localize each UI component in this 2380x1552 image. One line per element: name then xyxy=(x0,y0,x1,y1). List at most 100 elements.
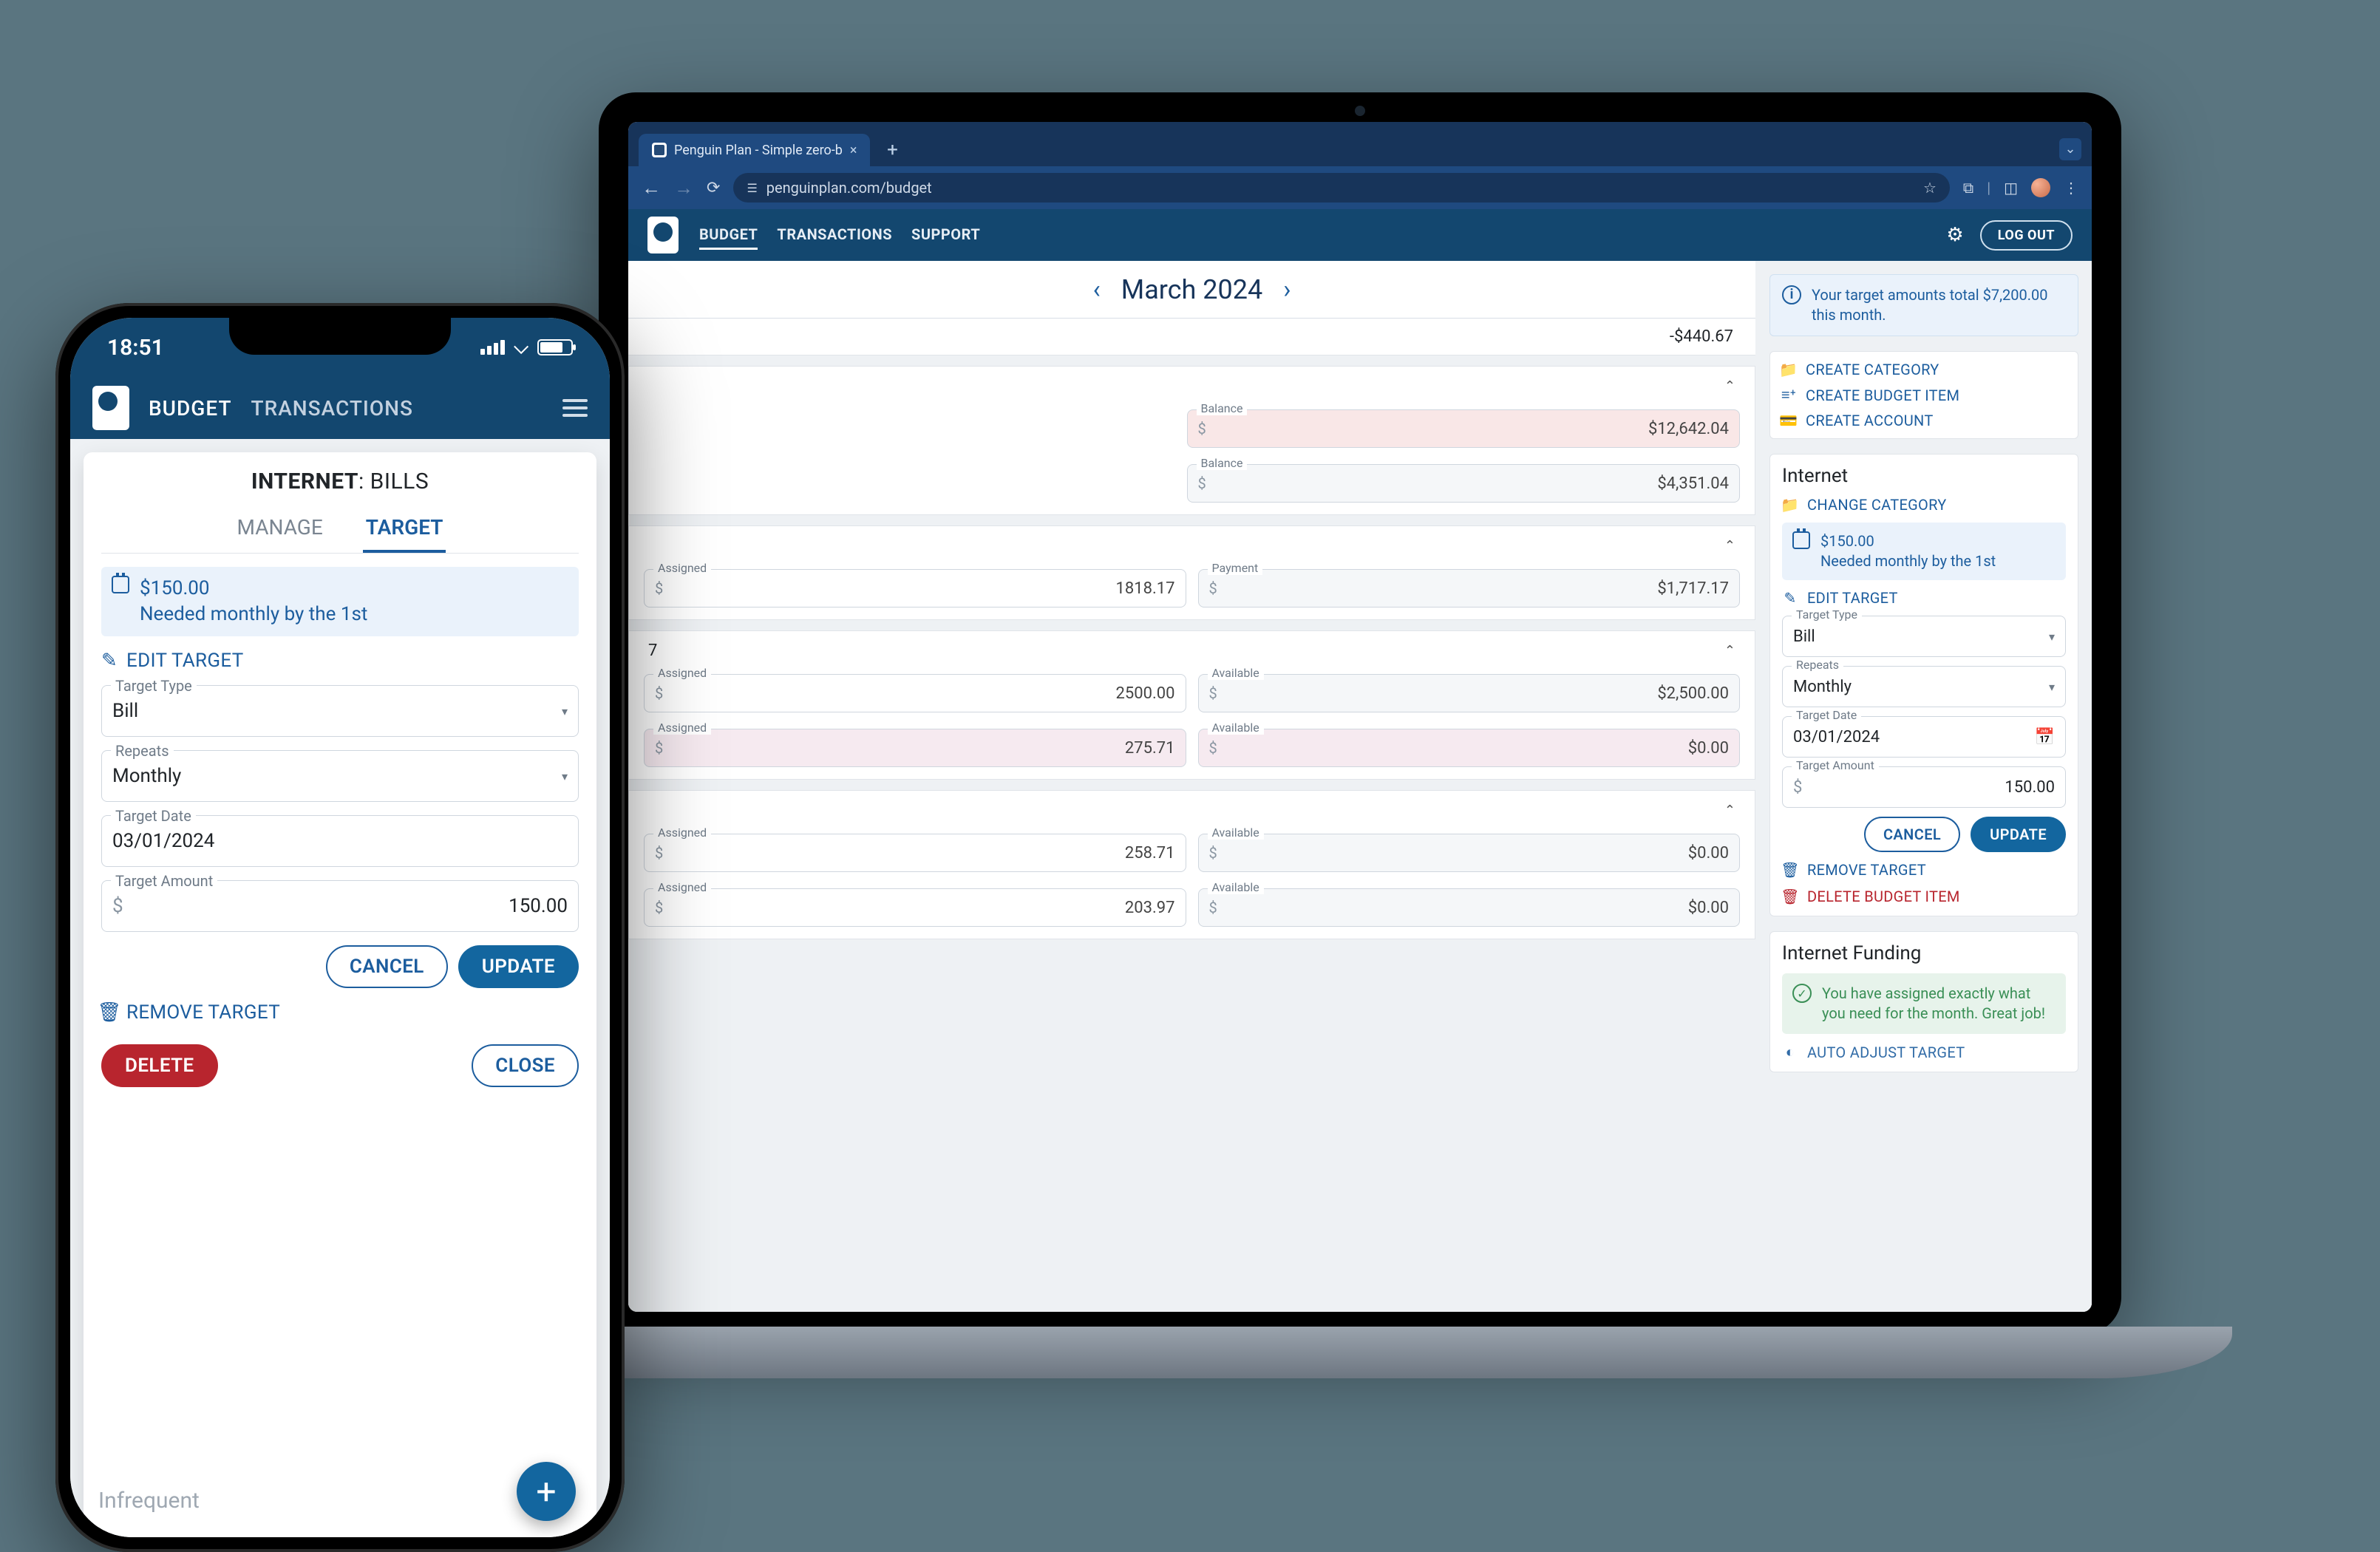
target-amount-input[interactable]: Target Amount $ 150.00 xyxy=(1782,766,2066,808)
assigned-field[interactable]: Assigned $ 203.97 xyxy=(644,888,1186,927)
tab-dropdown-button[interactable]: ⌄ xyxy=(2059,138,2081,160)
url-text: penguinplan.com/budget xyxy=(766,179,932,197)
calendar-icon[interactable]: 📅 xyxy=(2035,728,2055,746)
delete-item-link[interactable]: 🗑 DELETE BUDGET ITEM xyxy=(1782,888,2066,905)
balance-field: Balance $ $4,351.04 xyxy=(1187,464,1741,503)
phone-notch xyxy=(229,318,451,355)
update-button[interactable]: UPDATE xyxy=(458,945,579,988)
site-info-icon[interactable]: ☰ xyxy=(747,181,757,195)
assigned-field[interactable]: Assigned $ 258.71 xyxy=(644,834,1186,872)
clock: 18:51 xyxy=(107,335,164,361)
background-category-label: Infrequent xyxy=(98,1488,200,1514)
chevron-up-icon[interactable]: ⌃ xyxy=(1724,538,1735,554)
auto-icon: ◐ xyxy=(1782,1043,1798,1061)
target-date-input[interactable]: Target Date 03/01/2024 xyxy=(101,815,579,867)
profile-avatar[interactable] xyxy=(2031,178,2050,197)
favicon-icon xyxy=(652,143,667,157)
nav-budget[interactable]: BUDGET xyxy=(699,221,758,250)
close-button[interactable]: CLOSE xyxy=(472,1044,579,1087)
list-item[interactable]: Assigned $ 275.71 Available $ $0.00 xyxy=(629,724,1755,779)
currency-prefix: $ xyxy=(1198,420,1206,438)
new-tab-button[interactable]: + xyxy=(882,140,902,160)
tab-title: Penguin Plan - Simple zero-b xyxy=(674,143,843,158)
remove-target-link[interactable]: 🗑 REMOVE TARGET xyxy=(1782,861,2066,879)
category-block: ⌃ Balance $ $12,642.04 Balance $ xyxy=(628,366,1755,515)
prev-month-button[interactable]: ‹ xyxy=(1093,275,1101,304)
gear-icon[interactable]: ⚙ xyxy=(1946,224,1963,246)
target-summary: $150.00 Needed monthly by the 1st xyxy=(101,567,579,636)
target-type-select[interactable]: Target Type Bill ▾ xyxy=(1782,616,2066,657)
edit-target-link[interactable]: ✎ EDIT TARGET xyxy=(1782,589,2066,607)
balance-value: $12,642.04 xyxy=(1648,420,1729,438)
cancel-button[interactable]: CANCEL xyxy=(326,945,448,988)
close-icon[interactable]: × xyxy=(850,143,857,158)
delete-button[interactable]: DELETE xyxy=(101,1044,218,1087)
assigned-field[interactable]: Assigned $ 2500.00 xyxy=(644,674,1186,712)
pencil-icon: ✎ xyxy=(1782,589,1798,607)
app-header: BUDGET TRANSACTIONS SUPPORT ⚙ LOG OUT xyxy=(628,209,2092,261)
side-panel: i Your target amounts total $7,200.00 th… xyxy=(1756,261,2092,1312)
trash-icon: 🗑 xyxy=(101,1001,118,1024)
month-navigator: ‹ March 2024 › xyxy=(628,261,1755,319)
funding-status: ✓ You have assigned exactly what you nee… xyxy=(1782,973,2066,1034)
item-title: Internet xyxy=(1782,465,2066,487)
funding-title: Internet Funding xyxy=(1782,942,2066,964)
month-label: March 2024 xyxy=(1121,274,1262,305)
calendar-icon xyxy=(112,576,129,593)
browser-tab[interactable]: Penguin Plan - Simple zero-b × xyxy=(639,134,870,166)
chevron-up-icon[interactable]: ⌃ xyxy=(1724,803,1735,818)
forward-button[interactable]: → xyxy=(674,177,693,200)
trash-icon: 🗑 xyxy=(1782,861,1798,879)
repeats-select[interactable]: Repeats Monthly ▾ xyxy=(1782,666,2066,707)
assigned-field[interactable]: Assigned $ 1818.17 xyxy=(644,569,1186,607)
chevron-up-icon[interactable]: ⌃ xyxy=(1724,378,1735,394)
tab-target[interactable]: TARGET xyxy=(363,508,446,553)
next-month-button[interactable]: › xyxy=(1283,275,1291,304)
back-button[interactable]: ← xyxy=(642,177,661,200)
nav-transactions[interactable]: TRANSACTIONS xyxy=(777,221,892,250)
change-category-link[interactable]: 📁 CHANGE CATEGORY xyxy=(1782,496,2066,514)
add-fab-button[interactable]: + xyxy=(517,1462,576,1521)
panel-icon[interactable]: ◫ xyxy=(2004,179,2018,197)
trash-icon: 🗑 xyxy=(1782,888,1798,905)
available-field: Available $ $0.00 xyxy=(1198,834,1741,872)
star-icon[interactable]: ☆ xyxy=(1923,179,1937,197)
logout-button[interactable]: LOG OUT xyxy=(1980,220,2073,251)
url-input[interactable]: ☰ penguinplan.com/budget ☆ xyxy=(733,173,1949,202)
remove-target-link[interactable]: 🗑 REMOVE TARGET xyxy=(101,1001,579,1024)
create-account-link[interactable]: 💳 CREATE ACCOUNT xyxy=(1781,412,2067,429)
target-date-input[interactable]: Target Date 03/01/2024 📅 xyxy=(1782,716,2066,758)
calendar-icon xyxy=(1792,531,1810,549)
available-field: Available $ $0.00 xyxy=(1198,729,1741,767)
category-block: ⌃ Assigned $ 258.71 Available $ $0.00 xyxy=(628,790,1755,939)
menu-icon[interactable] xyxy=(562,399,588,417)
kebab-icon[interactable]: ⋮ xyxy=(2064,179,2078,197)
signal-icon xyxy=(480,340,505,355)
phone-screen: 18:51 ⌵ BUDGET TRANSACTIONS INTERNET: BI… xyxy=(70,318,610,1537)
create-item-link[interactable]: ≡⁺ CREATE BUDGET ITEM xyxy=(1781,386,2067,404)
laptop-frame: Penguin Plan - Simple zero-b × + ⌄ ← → ⟳… xyxy=(599,92,2121,1334)
wifi-icon: ⌵ xyxy=(514,336,528,359)
reload-button[interactable]: ⟳ xyxy=(707,179,720,197)
repeats-select[interactable]: Repeats Monthly ▾ xyxy=(101,750,579,802)
browser-toolbar: ← → ⟳ ☰ penguinplan.com/budget ☆ ⧉ | ◫ ⋮ xyxy=(628,166,2092,209)
extensions-icon[interactable]: ⧉ xyxy=(1963,179,1973,197)
cancel-button[interactable]: CANCEL xyxy=(1864,817,1960,852)
nav-support[interactable]: SUPPORT xyxy=(911,221,980,250)
available-field: Available $ $0.00 xyxy=(1198,888,1741,927)
update-button[interactable]: UPDATE xyxy=(1971,817,2066,852)
budget-item-panel: Internet 📁 CHANGE CATEGORY $150.00 Neede… xyxy=(1769,454,2078,916)
nav-budget[interactable]: BUDGET xyxy=(149,396,232,421)
edit-target-link[interactable]: ✎ EDIT TARGET xyxy=(101,650,579,672)
assigned-field[interactable]: Assigned $ 275.71 xyxy=(644,729,1186,767)
chevron-up-icon[interactable]: ⌃ xyxy=(1724,643,1735,658)
folder-icon: 📁 xyxy=(1782,496,1798,514)
create-category-link[interactable]: 📁 CREATE CATEGORY xyxy=(1781,361,2067,378)
mobile-sheet: INTERNET: BILLS MANAGE TARGET $150.00 Ne… xyxy=(84,452,596,1537)
target-type-select[interactable]: Target Type Bill ▾ xyxy=(101,685,579,737)
tab-manage[interactable]: MANAGE xyxy=(234,508,326,553)
mobile-body: INTERNET: BILLS MANAGE TARGET $150.00 Ne… xyxy=(70,439,610,1537)
nav-transactions[interactable]: TRANSACTIONS xyxy=(251,396,413,421)
auto-adjust-link[interactable]: ◐ AUTO ADJUST TARGET xyxy=(1782,1043,2066,1061)
target-amount-input[interactable]: Target Amount $ 150.00 xyxy=(101,880,579,932)
